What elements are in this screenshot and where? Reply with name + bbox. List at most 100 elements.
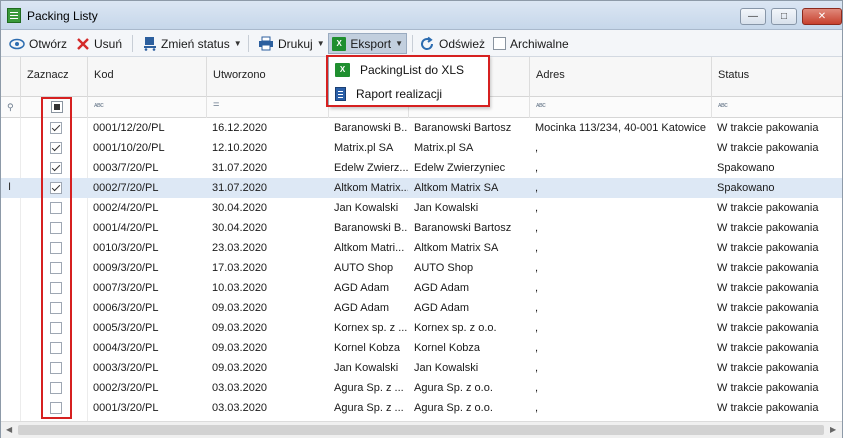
select-all-checkbox[interactable] bbox=[51, 101, 63, 113]
cell-created: 09.03.2020 bbox=[212, 302, 268, 314]
print-button[interactable]: Drukuj ▼ bbox=[255, 33, 328, 54]
toolbar-separator bbox=[248, 35, 249, 52]
row-checkbox[interactable] bbox=[50, 182, 62, 194]
column-header-address[interactable]: Adres bbox=[529, 57, 711, 97]
scroll-thumb[interactable] bbox=[18, 425, 824, 435]
column-header-status[interactable]: Status bbox=[711, 57, 842, 97]
row-checkbox[interactable] bbox=[50, 242, 62, 254]
window-title: Packing Listy bbox=[27, 9, 98, 23]
cell-name: Jan Kowalski bbox=[414, 362, 479, 374]
table-row[interactable]: 0001/12/20/PL 16.12.2020 Baranowski B... Ba… bbox=[1, 118, 842, 138]
row-checkbox[interactable] bbox=[50, 142, 62, 154]
cell-code: 0001/12/20/PL bbox=[93, 122, 165, 134]
scroll-right-icon[interactable]: ▶ bbox=[830, 425, 836, 434]
table-row[interactable]: 0005/3/20/PL 09.03.2020 Kornex sp. z ... Ko… bbox=[1, 318, 842, 338]
cell-short: Kornex sp. z ... bbox=[334, 322, 408, 334]
table-row[interactable]: 0004/3/20/PL 09.03.2020 Kornel Kobza Kornel… bbox=[1, 338, 842, 358]
cell-short: Jan Kowalski bbox=[334, 362, 399, 374]
column-header-code[interactable]: Kod bbox=[87, 57, 206, 97]
table-row[interactable]: 0001/10/20/PL 12.10.2020 Matrix.pl SA Matri… bbox=[1, 138, 842, 158]
cell-short: AGD Adam bbox=[334, 302, 390, 314]
column-header-created[interactable]: Utworzono bbox=[206, 57, 328, 97]
minimize-button[interactable]: — bbox=[740, 8, 766, 25]
table-row[interactable]: 0002/3/20/PL 03.03.2020 Agura Sp. z ... Agu… bbox=[1, 378, 842, 398]
cell-status: Spakowano bbox=[717, 162, 775, 174]
filter-select-all[interactable] bbox=[20, 97, 87, 118]
cell-short: Baranowski B... bbox=[334, 222, 408, 234]
cell-short: Matrix.pl SA bbox=[334, 142, 394, 154]
filter-created[interactable]: = bbox=[206, 97, 328, 118]
open-label: Otwórz bbox=[29, 36, 68, 51]
row-edit-indicator: I bbox=[8, 181, 12, 193]
cell-status: W trakcie pakowania bbox=[717, 122, 819, 134]
cell-status: W trakcie pakowania bbox=[717, 222, 819, 234]
table-row[interactable]: 0009/3/20/PL 17.03.2020 AUTO Shop AUTO Shop… bbox=[1, 258, 842, 278]
cell-code: 0006/3/20/PL bbox=[93, 302, 159, 314]
cell-short: Edelw Zwierz... bbox=[334, 162, 408, 174]
scroll-left-icon[interactable]: ◀ bbox=[6, 425, 12, 434]
horizontal-scrollbar[interactable]: ◀ ▶ bbox=[1, 421, 842, 438]
row-checkbox[interactable] bbox=[50, 162, 62, 174]
cell-address: , bbox=[535, 402, 539, 414]
cell-address: , bbox=[535, 242, 539, 254]
row-checkbox[interactable] bbox=[50, 322, 62, 334]
column-header-select[interactable]: Zaznacz bbox=[20, 57, 87, 97]
cell-created: 03.03.2020 bbox=[212, 402, 268, 414]
cell-status: W trakcie pakowania bbox=[717, 322, 819, 334]
cell-short: AUTO Shop bbox=[334, 262, 394, 274]
table-row[interactable]: 0003/7/20/PL 31.07.2020 Edelw Zwierz... Ede… bbox=[1, 158, 842, 178]
filter-code[interactable]: ᴀʙc bbox=[87, 97, 206, 118]
cell-name: Agura Sp. z o.o. bbox=[414, 382, 493, 394]
table-row[interactable]: 0001/4/20/PL 30.04.2020 Baranowski B... Bar… bbox=[1, 218, 842, 238]
filter-status[interactable]: ᴀʙc bbox=[711, 97, 842, 118]
cell-code: 0001/4/20/PL bbox=[93, 222, 159, 234]
menu-item-packinglist-xls[interactable]: X PackingList do XLS bbox=[329, 58, 488, 82]
delete-label: Usuń bbox=[94, 36, 123, 51]
row-checkbox[interactable] bbox=[50, 382, 62, 394]
filter-address[interactable]: ᴀʙc bbox=[529, 97, 711, 118]
maximize-button[interactable]: □ bbox=[771, 8, 797, 25]
row-checkbox[interactable] bbox=[50, 282, 62, 294]
cell-created: 16.12.2020 bbox=[212, 122, 268, 134]
delete-button[interactable]: Usuń bbox=[73, 33, 125, 54]
cell-address: , bbox=[535, 282, 539, 294]
close-button[interactable]: ✕ bbox=[802, 8, 842, 25]
cell-address: , bbox=[535, 362, 539, 374]
cell-address: , bbox=[535, 222, 539, 234]
row-checkbox[interactable] bbox=[50, 202, 62, 214]
cell-address: , bbox=[535, 162, 539, 174]
row-checkbox[interactable] bbox=[50, 402, 62, 414]
archive-checkbox[interactable] bbox=[493, 37, 506, 50]
table-row[interactable]: 0010/3/20/PL 23.03.2020 Altkom Matri... Alt… bbox=[1, 238, 842, 258]
cell-status: W trakcie pakowania bbox=[717, 302, 819, 314]
row-checkbox[interactable] bbox=[50, 262, 62, 274]
row-checkbox[interactable] bbox=[50, 122, 62, 134]
row-checkbox[interactable] bbox=[50, 222, 62, 234]
archive-toggle[interactable]: Archiwalne bbox=[490, 33, 572, 54]
chevron-down-icon: ▼ bbox=[316, 39, 325, 48]
menu-item-raport-realizacji[interactable]: Raport realizacji bbox=[329, 82, 488, 106]
table-row[interactable]: 0007/3/20/PL 10.03.2020 AGD Adam AGD Adam, W… bbox=[1, 278, 842, 298]
row-checkbox[interactable] bbox=[50, 342, 62, 354]
cell-created: 23.03.2020 bbox=[212, 242, 268, 254]
eye-icon bbox=[9, 38, 25, 49]
table-row[interactable]: 0002/4/20/PL 30.04.2020 Jan Kowalski Jan Ko… bbox=[1, 198, 842, 218]
open-button[interactable]: Otwórz bbox=[6, 33, 70, 54]
cell-status: W trakcie pakowania bbox=[717, 362, 819, 374]
cell-status: W trakcie pakowania bbox=[717, 402, 819, 414]
refresh-label: Odśwież bbox=[439, 36, 486, 51]
title-bar[interactable]: Packing Listy — □ ✕ bbox=[1, 1, 842, 30]
table-row[interactable]: 0003/3/20/PL 09.03.2020 Jan Kowalski Jan Ko… bbox=[1, 358, 842, 378]
cell-created: 09.03.2020 bbox=[212, 362, 268, 374]
table-row[interactable]: 0006/3/20/PL 09.03.2020 AGD Adam AGD Adam, W… bbox=[1, 298, 842, 318]
row-checkbox[interactable] bbox=[50, 362, 62, 374]
table-row[interactable]: I 0002/7/20/PL 31.07.2020 Altkom Matrix... A… bbox=[1, 178, 842, 198]
change-status-button[interactable]: Zmień status ▼ bbox=[140, 33, 245, 54]
cell-name: Altkom Matrix SA bbox=[414, 182, 499, 194]
cell-code: 0002/7/20/PL bbox=[93, 182, 159, 194]
row-checkbox[interactable] bbox=[50, 302, 62, 314]
cell-address: , bbox=[535, 382, 539, 394]
export-button[interactable]: X Eksport ▼ bbox=[328, 33, 407, 54]
table-row[interactable]: 0001/3/20/PL 03.03.2020 Agura Sp. z ... Agu… bbox=[1, 398, 842, 418]
refresh-button[interactable]: Odśwież bbox=[416, 33, 488, 54]
